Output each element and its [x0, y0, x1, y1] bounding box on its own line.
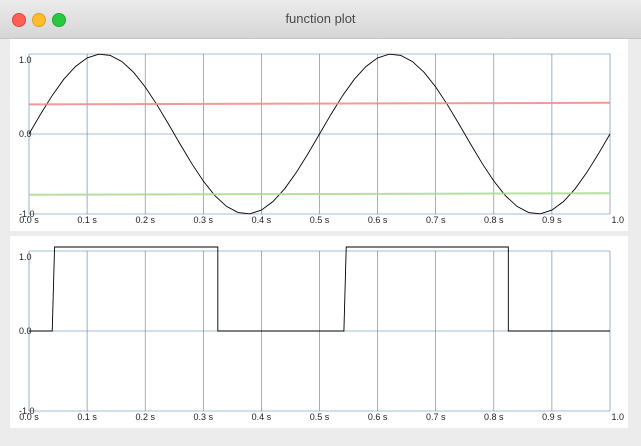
- x-tick-label: 1.0: [611, 412, 624, 422]
- x-tick-label: 0.4 s: [252, 412, 272, 422]
- bottom-function-plot[interactable]: 0.0 s 0.1 s 0.2 s 0.3 s 0.4 s 0.5 s 0.6 s 0.7 s…: [10, 236, 628, 428]
- x-tick-label: 0.8 s: [484, 412, 504, 422]
- x-tick-label: 0.5 s: [310, 215, 330, 225]
- y-tick-label: -1.0: [19, 209, 35, 219]
- series-line-2: [28, 192, 611, 196]
- x-tick-label: 0.3 s: [194, 412, 214, 422]
- x-tick-label: 1.0: [611, 215, 624, 225]
- window-title: function plot: [285, 11, 356, 26]
- x-tick-label: 0.2 s: [135, 215, 155, 225]
- x-tick-label: 0.9 s: [542, 215, 562, 225]
- y-tick-label: 0.0: [19, 326, 32, 336]
- x-tick-label: 0.7 s: [426, 412, 446, 422]
- x-tick-label: 0.3 s: [194, 215, 214, 225]
- x-tick-label: 0.8 s: [484, 215, 504, 225]
- series-line-1: [28, 101, 611, 106]
- x-tick-label: 0.6 s: [368, 412, 388, 422]
- x-tick-label: 0.2 s: [135, 412, 155, 422]
- x-tick-label: 0.4 s: [252, 215, 272, 225]
- x-tick-label: 0.6 s: [368, 215, 388, 225]
- x-tick-label: 0.5 s: [310, 412, 330, 422]
- x-tick-label: 0.1 s: [77, 215, 97, 225]
- x-tick-label: 0.9 s: [542, 412, 562, 422]
- y-tick-label: 1.0: [19, 252, 32, 262]
- title-bar[interactable]: function plot: [0, 0, 641, 39]
- y-tick-label: 0.0: [19, 129, 32, 139]
- x-tick-label: 0.7 s: [426, 215, 446, 225]
- top-function-plot[interactable]: 0.0 s 0.1 s 0.2 s 0.3 s 0.4 s 0.5 s 0.6 s 0.7 s…: [10, 39, 628, 231]
- plot-area: 0.0 s 0.1 s 0.2 s 0.3 s 0.4 s 0.5 s 0.6 s 0.7 s…: [0, 39, 641, 446]
- y-tick-label: -1.0: [19, 406, 35, 416]
- app-window: function plot 0.0 s 0.1 s 0.2 s 0.3 s 0.4 s0…: [0, 0, 641, 446]
- x-tick-label: 0.1 s: [77, 412, 97, 422]
- y-tick-label: 1.0: [19, 55, 32, 65]
